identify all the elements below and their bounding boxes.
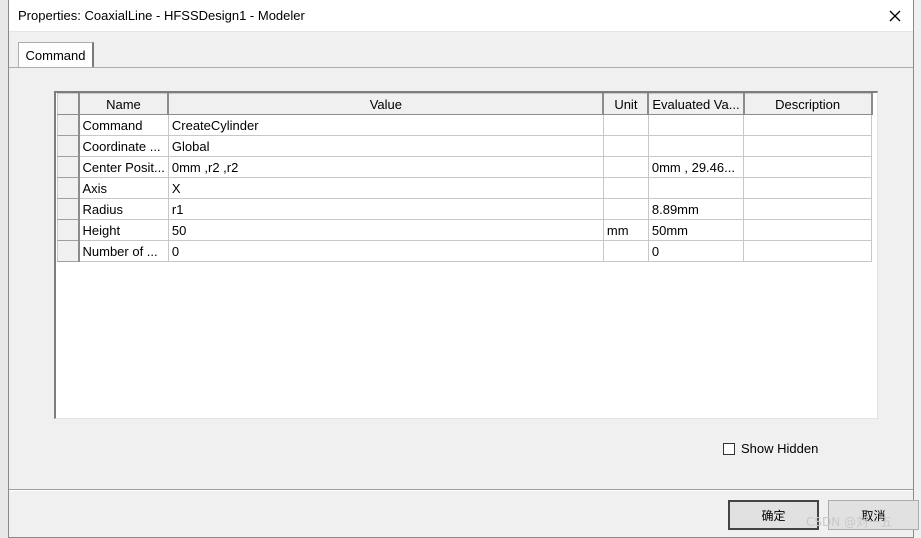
cell-unit[interactable]: mm: [602, 219, 649, 241]
cell-unit[interactable]: [602, 198, 649, 220]
row-header[interactable]: [57, 156, 80, 178]
table-row[interactable]: Radius r1 8.89mm: [57, 198, 873, 220]
row-header[interactable]: [57, 219, 80, 241]
command-panel: Name Value Unit Evaluated Va... Descript…: [9, 68, 913, 488]
column-header-evaluated-value[interactable]: Evaluated Va...: [647, 93, 745, 115]
cell-name: Height: [78, 219, 169, 241]
cell-evaluated: 8.89mm: [647, 198, 745, 220]
cell-value[interactable]: 0mm ,r2 ,r2: [167, 156, 604, 178]
table-row[interactable]: Number of ... 0 0: [57, 240, 873, 262]
close-button[interactable]: [881, 4, 909, 28]
table-row[interactable]: Axis X: [57, 177, 873, 199]
row-header-corner: [57, 93, 80, 115]
row-header[interactable]: [57, 240, 80, 262]
cell-name: Axis: [78, 177, 169, 199]
table-header-row: Name Value Unit Evaluated Va... Descript…: [57, 93, 873, 115]
column-header-name[interactable]: Name: [78, 93, 170, 115]
cell-unit[interactable]: [602, 135, 649, 157]
column-header-unit[interactable]: Unit: [602, 93, 650, 115]
cell-unit[interactable]: [602, 156, 649, 178]
cell-description[interactable]: [743, 219, 873, 241]
cell-description[interactable]: [743, 240, 873, 262]
cell-description[interactable]: [743, 156, 873, 178]
cell-value[interactable]: r1: [167, 198, 604, 220]
show-hidden-option[interactable]: Show Hidden: [723, 441, 818, 456]
cell-evaluated: [647, 114, 745, 136]
cell-evaluated: [647, 177, 745, 199]
table-row[interactable]: Command CreateCylinder: [57, 114, 873, 136]
show-hidden-label: Show Hidden: [741, 441, 819, 456]
cell-description[interactable]: [743, 114, 873, 136]
cell-evaluated: [647, 135, 745, 157]
show-hidden-checkbox[interactable]: [723, 442, 735, 455]
row-header[interactable]: [57, 177, 80, 199]
cell-name: Radius: [78, 198, 169, 220]
row-header[interactable]: [57, 114, 80, 136]
cell-evaluated: 0: [647, 240, 745, 262]
cell-name: Coordinate ...: [78, 135, 169, 157]
close-icon: [889, 10, 901, 22]
cell-evaluated: 50mm: [647, 219, 745, 241]
row-header[interactable]: [57, 135, 80, 157]
cell-value[interactable]: CreateCylinder: [167, 114, 604, 136]
cell-unit[interactable]: [602, 114, 649, 136]
column-header-value[interactable]: Value: [167, 93, 605, 115]
footer-divider: [9, 489, 913, 491]
cell-value[interactable]: 50: [167, 219, 604, 241]
row-header[interactable]: [57, 198, 80, 220]
table-row[interactable]: Center Posit... 0mm ,r2 ,r2 0mm , 29.46.…: [57, 156, 873, 178]
cell-name: Command: [78, 114, 169, 136]
column-header-description[interactable]: Description: [743, 93, 873, 115]
title-bar: Properties: CoaxialLine - HFSSDesign1 - …: [9, 0, 913, 32]
properties-grid: Name Value Unit Evaluated Va... Descript…: [54, 91, 878, 419]
cell-name: Center Posit...: [78, 156, 169, 178]
cell-description[interactable]: [743, 177, 873, 199]
watermark-text: CSDN @刘一五: [806, 515, 893, 529]
cell-description[interactable]: [743, 198, 873, 220]
properties-dialog: Properties: CoaxialLine - HFSSDesign1 - …: [8, 0, 919, 538]
tab-command[interactable]: Command: [18, 42, 94, 68]
cell-value[interactable]: Global: [167, 135, 604, 157]
cell-value[interactable]: X: [167, 177, 604, 199]
cell-value[interactable]: 0: [167, 240, 604, 262]
cell-name: Number of ...: [78, 240, 169, 262]
cell-description[interactable]: [743, 135, 873, 157]
cell-unit[interactable]: [602, 177, 649, 199]
cell-unit[interactable]: [602, 240, 649, 262]
cell-evaluated: 0mm , 29.46...: [647, 156, 745, 178]
table-row[interactable]: Coordinate ... Global: [57, 135, 873, 157]
table-row[interactable]: Height 50 mm 50mm: [57, 219, 873, 241]
window-title: Properties: CoaxialLine - HFSSDesign1 - …: [18, 8, 305, 23]
properties-table: Name Value Unit Evaluated Va... Descript…: [57, 93, 873, 262]
